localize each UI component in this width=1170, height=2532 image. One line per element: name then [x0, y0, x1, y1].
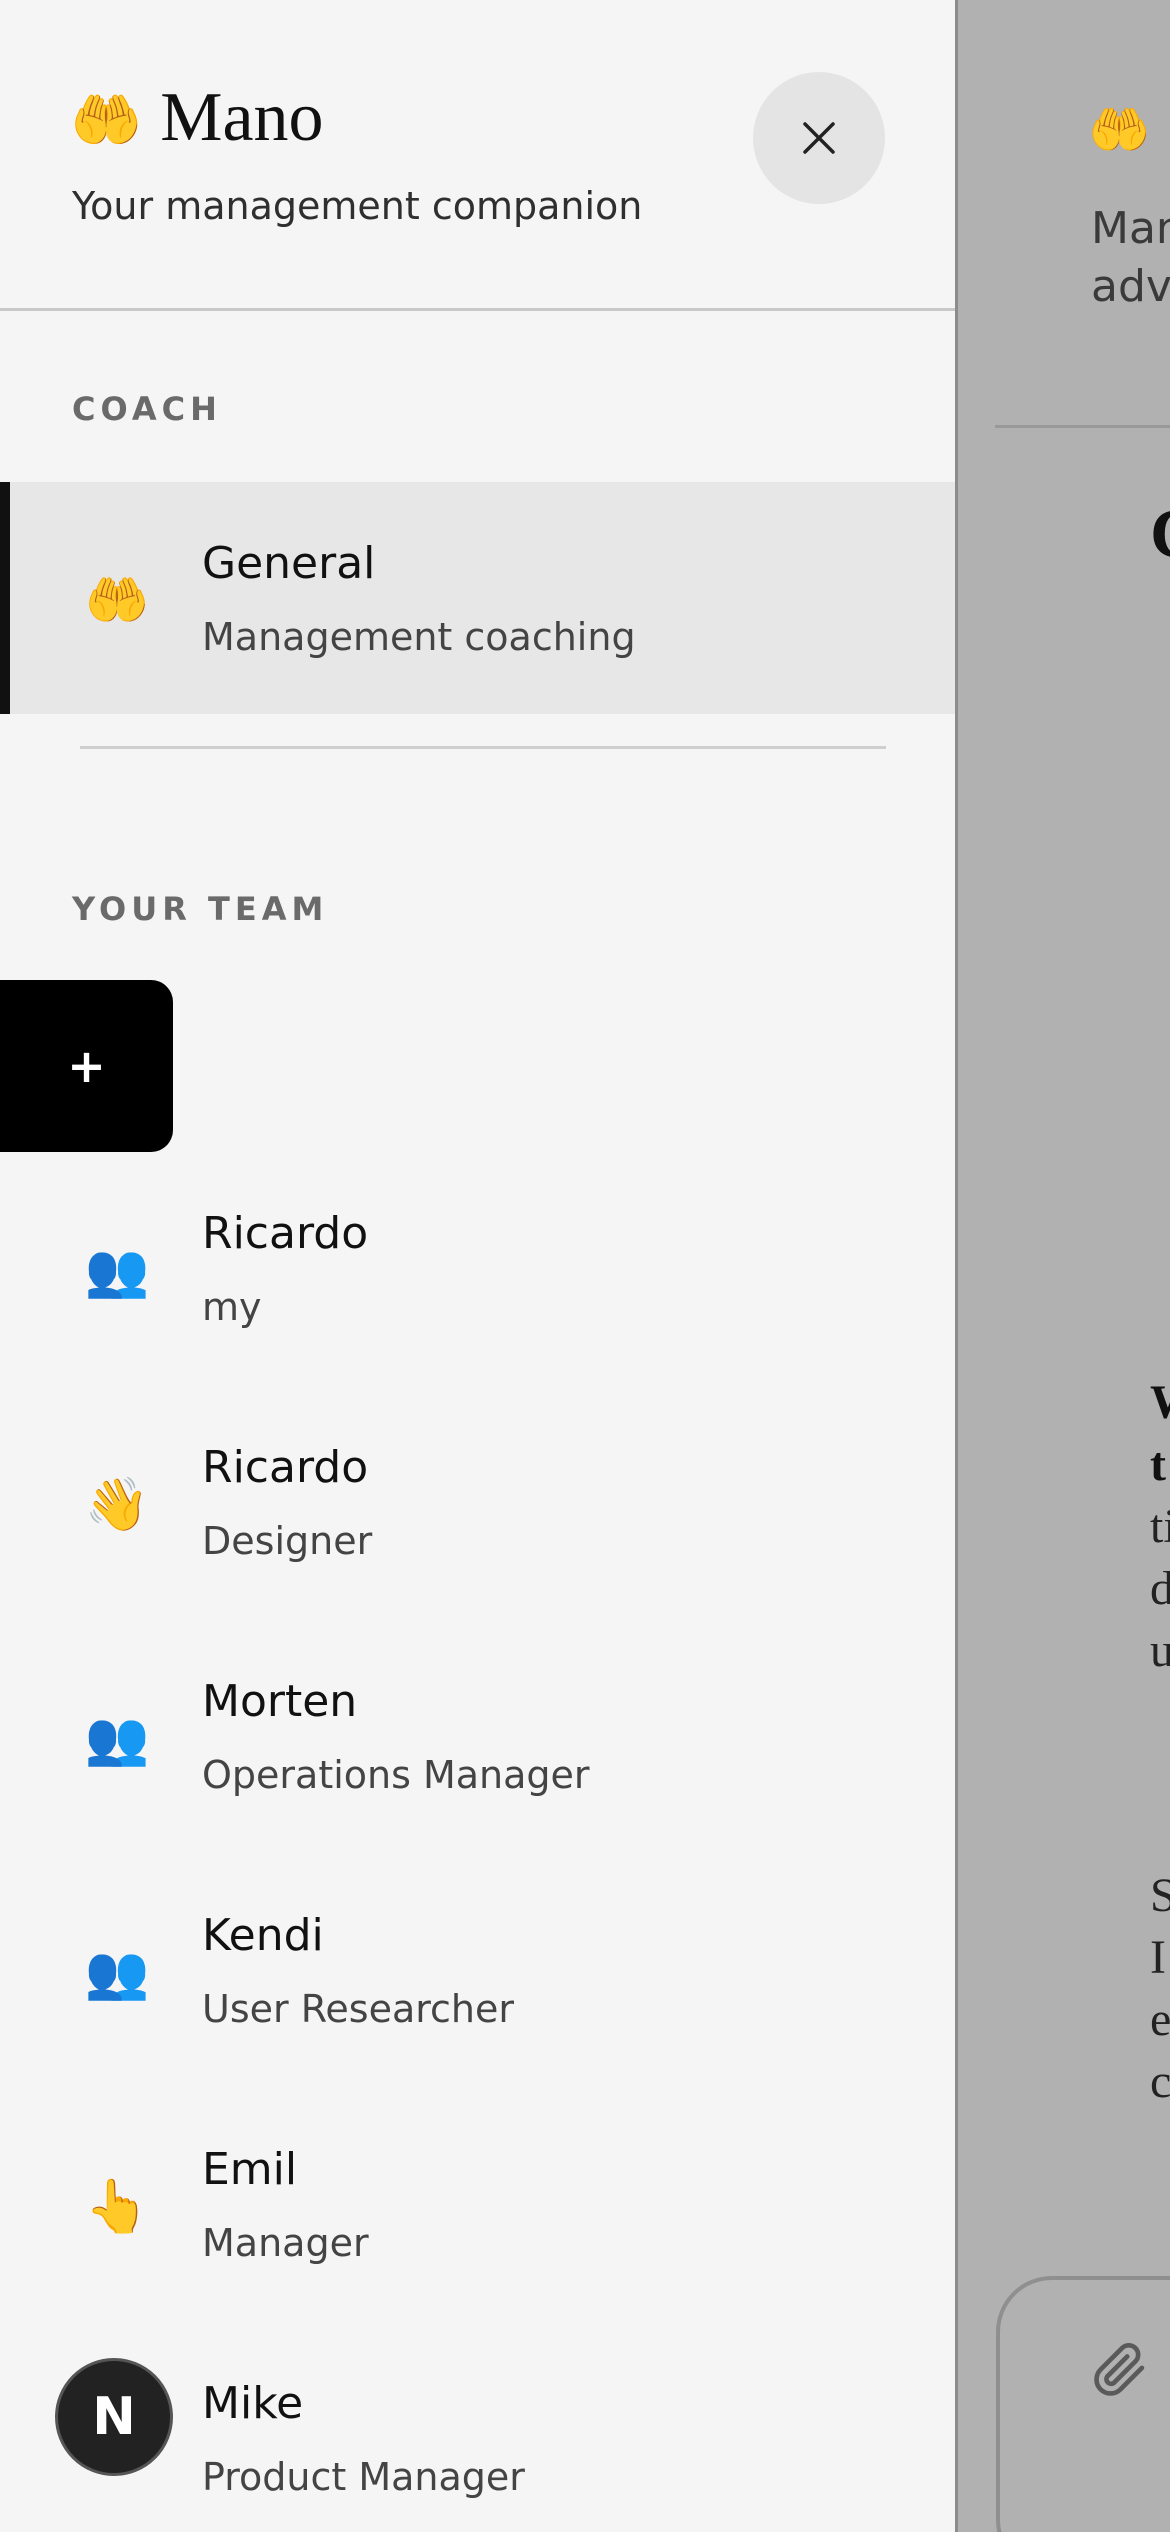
team-member-role: Product Manager — [202, 2455, 525, 2499]
waving-hand-icon: 👋 — [84, 1475, 150, 1535]
background-message-text: W t ti d u — [1150, 1372, 1170, 1682]
background-text-line: I — [1150, 1931, 1166, 1984]
background-divider — [995, 425, 1170, 428]
team-member-role: User Researcher — [202, 1987, 514, 2031]
background-subtitle: Man advi — [1091, 200, 1170, 316]
background-text-line: d — [1150, 1562, 1170, 1615]
team-member-name: Ricardo — [202, 1442, 369, 1493]
background-subtitle-line: Man — [1091, 203, 1170, 254]
team-member-role: Operations Manager — [202, 1753, 590, 1797]
app-tagline: Your management companion — [72, 184, 643, 228]
background-text-line: ti — [1150, 1500, 1170, 1553]
close-icon — [803, 122, 835, 154]
people-icon: 👥 — [84, 1709, 150, 1769]
pointing-hand-icon: 👆 — [84, 2177, 150, 2237]
background-text-line: u — [1150, 1624, 1170, 1677]
background-text-line: c — [1150, 2055, 1170, 2108]
team-member-role: my — [202, 1285, 262, 1329]
background-app: 🤲 Man advi C W t ti d u S I e c — [958, 0, 1170, 2532]
team-member-item[interactable]: 👥 Ricardo my — [0, 1152, 955, 1384]
background-message-input — [996, 2276, 1170, 2532]
team-member-item[interactable]: 👋 Ricardo Designer — [0, 1386, 955, 1618]
open-hands-icon: 🤲 — [84, 571, 150, 631]
close-button[interactable] — [753, 72, 885, 204]
sidebar-drawer: 🤲 Mano Your management companion COACH 🤲 … — [0, 0, 958, 2532]
people-icon: 👥 — [84, 1943, 150, 2003]
background-text-line: e — [1150, 1993, 1170, 2046]
team-member-name: Emil — [202, 2144, 298, 2195]
team-member-item[interactable]: 👥 Morten Operations Manager — [0, 1620, 955, 1852]
add-team-member-button[interactable]: + — [0, 980, 173, 1152]
coach-section-label: COACH — [72, 390, 222, 428]
team-member-name: Ricardo — [202, 1208, 369, 1259]
team-member-name: Mike — [202, 2378, 304, 2429]
sidebar-item-general[interactable]: 🤲 General Management coaching — [0, 482, 955, 714]
background-subtitle-line: advi — [1091, 261, 1170, 312]
user-avatar[interactable]: N — [55, 2358, 173, 2476]
background-message-text: S I e c — [1150, 1865, 1170, 2113]
app-name: Mano — [160, 79, 324, 156]
background-text-line: S — [1150, 1869, 1170, 1922]
background-logo-emoji: 🤲 — [1088, 101, 1151, 159]
background-heading: C — [1150, 495, 1170, 575]
background-text-line: W — [1150, 1372, 1170, 1434]
background-text-line: t — [1150, 1438, 1166, 1491]
team-member-item[interactable]: 👆 Emil Manager — [0, 2088, 955, 2320]
team-member-name: Morten — [202, 1676, 358, 1727]
paperclip-icon — [1092, 2340, 1148, 2412]
section-divider — [80, 746, 886, 749]
team-section-label: YOUR TEAM — [72, 890, 329, 928]
sidebar-item-name: General — [202, 538, 376, 589]
team-member-role: Manager — [202, 2221, 369, 2265]
drawer-header: 🤲 Mano Your management companion — [0, 0, 955, 311]
sidebar-item-subtitle: Management coaching — [202, 615, 636, 659]
app-title: 🤲 Mano — [70, 78, 324, 160]
app-logo-icon: 🤲 — [70, 86, 143, 154]
team-member-item[interactable]: 👥 Kendi User Researcher — [0, 1854, 955, 2086]
people-icon: 👥 — [84, 1241, 150, 1301]
team-member-role: Designer — [202, 1519, 373, 1563]
team-member-name: Kendi — [202, 1910, 324, 1961]
